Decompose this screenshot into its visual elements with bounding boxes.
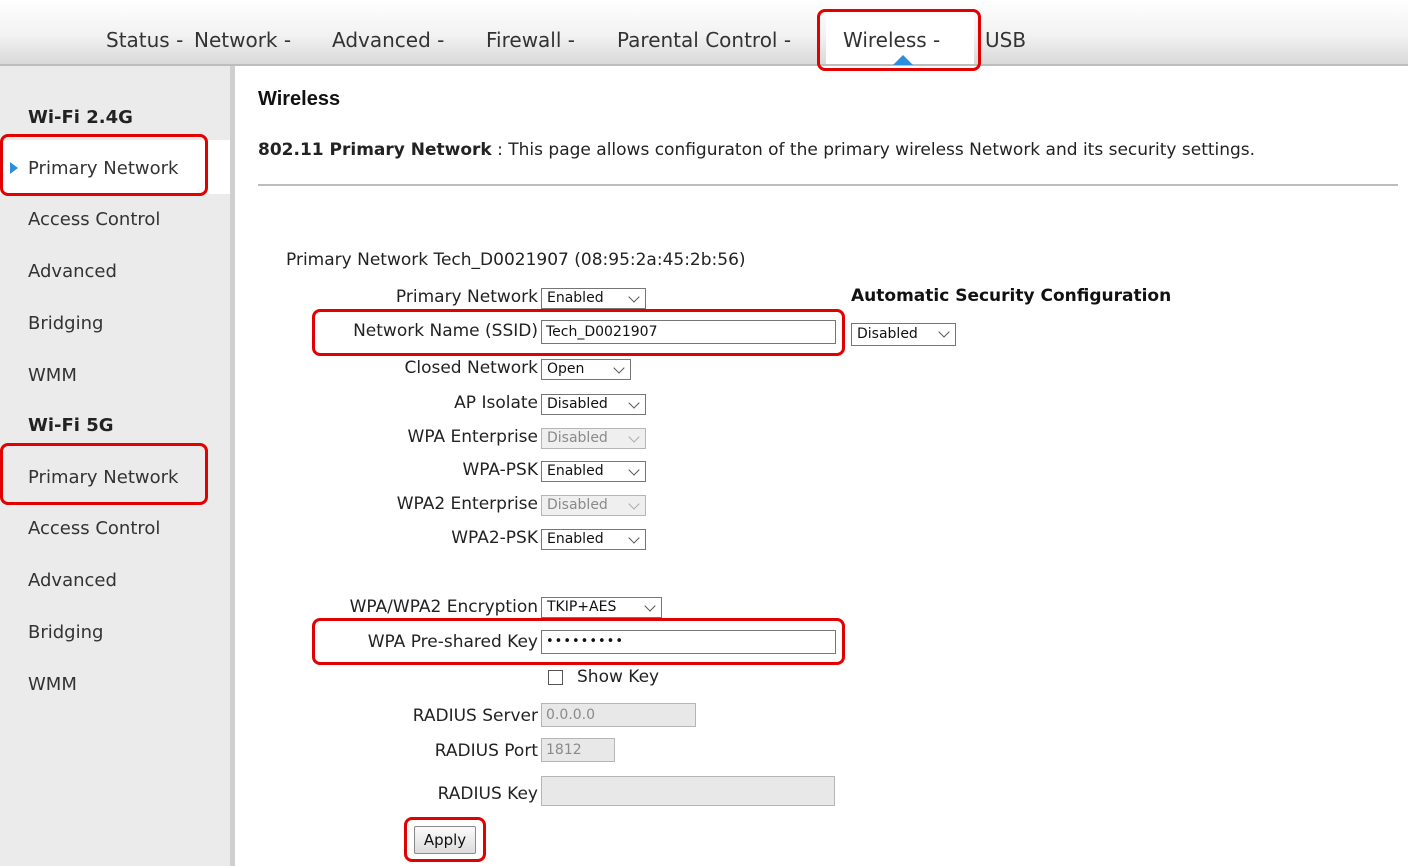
ssid-value: Tech_D0021907 [546,324,658,340]
radius-port-label: RADIUS Port [434,741,538,761]
sidebar-item-bridging-24g[interactable]: Bridging [28,313,103,334]
psk-value: ••••••••• [546,634,625,649]
encryption-select[interactable]: TKIP+AES [541,597,662,618]
auto-security-select[interactable]: Disabled [851,323,956,346]
sidebar: Wi-Fi 2.4G Primary Network Access Contro… [0,66,235,866]
chevron-down-icon [628,291,640,303]
closed-network-label: Closed Network [404,358,539,378]
wpa-enterprise-select: Disabled [541,428,646,449]
wpa-psk-value: Enabled [547,463,604,479]
chevron-down-icon [628,397,640,409]
page-title: Wireless [258,88,341,110]
nav-status[interactable]: Status - [106,28,183,52]
description-text: This page allows configuraton of the pri… [508,140,1256,160]
radius-server-input: 0.0.0.0 [541,703,696,727]
caret-right-icon [10,162,18,174]
chevron-down-icon [613,362,625,374]
closed-network-value: Open [547,361,585,377]
description-heading: 802.11 Primary Network [258,140,492,160]
ssid-label: Network Name (SSID) [353,321,538,341]
primary-network-value: Enabled [547,290,604,306]
sidebar-item-access-control-5g[interactable]: Access Control [28,518,160,539]
encryption-label: WPA/WPA2 Encryption [349,597,538,617]
chevron-down-icon [644,600,656,612]
ssid-input[interactable]: Tech_D0021907 [541,320,836,344]
nav-firewall[interactable]: Firewall - [486,28,575,52]
primary-network-select[interactable]: Enabled [541,288,646,309]
chevron-down-icon [628,464,640,476]
show-key-label[interactable]: Show Key [577,667,659,687]
sidebar-item-advanced-24g[interactable]: Advanced [28,261,117,282]
primary-network-info: Primary Network Tech_D0021907 (08:95:2a:… [286,250,746,270]
wpa-psk-select[interactable]: Enabled [541,461,646,482]
radius-port-input: 1812 [541,738,615,762]
wpa2-enterprise-label: WPA2 Enterprise [396,494,538,514]
top-navigation: Status - Network - Advanced - Firewall -… [0,0,1408,66]
description-separator: : [491,140,509,160]
sidebar-heading-wifi-24g: Wi-Fi 2.4G [28,107,133,128]
nav-network[interactable]: Network - [194,28,291,52]
chevron-down-icon [628,498,640,510]
radius-port-value: 1812 [546,742,582,758]
nav-parental-control[interactable]: Parental Control - [617,28,791,52]
wpa2-psk-select[interactable]: Enabled [541,529,646,550]
closed-network-select[interactable]: Open [541,359,631,380]
radius-key-label: RADIUS Key [437,784,538,804]
ap-isolate-select[interactable]: Disabled [541,394,646,415]
primary-network-label: Primary Network [395,287,538,307]
wpa2-psk-label: WPA2-PSK [451,528,538,548]
ap-isolate-label: AP Isolate [454,393,538,413]
show-key-checkbox[interactable] [548,670,563,685]
divider [258,184,1398,186]
psk-input[interactable]: ••••••••• [541,630,836,654]
radius-server-label: RADIUS Server [412,706,538,726]
nav-usb[interactable]: USB [985,28,1026,52]
wpa-psk-label: WPA-PSK [462,460,538,480]
wpa2-psk-value: Enabled [547,531,604,547]
psk-label: WPA Pre-shared Key [367,632,538,652]
nav-wireless[interactable]: Wireless - [843,28,940,52]
page-description: 802.11 Primary Network : This page allow… [258,140,1255,160]
auto-security-title: Automatic Security Configuration [851,286,1172,306]
wpa2-enterprise-value: Disabled [547,497,608,513]
sidebar-heading-wifi-5g: Wi-Fi 5G [28,415,114,436]
radius-server-value: 0.0.0.0 [546,707,595,723]
sidebar-item-primary-network-5g[interactable]: Primary Network [28,467,178,488]
chevron-down-icon [628,431,640,443]
encryption-value: TKIP+AES [547,599,617,615]
ap-isolate-value: Disabled [547,396,608,412]
sidebar-item-wmm-5g[interactable]: WMM [28,674,77,695]
wpa-enterprise-label: WPA Enterprise [407,427,538,447]
nav-advanced[interactable]: Advanced - [332,28,444,52]
apply-button[interactable]: Apply [414,826,476,854]
sidebar-item-primary-network-24g[interactable]: Primary Network [28,158,178,179]
sidebar-item-advanced-5g[interactable]: Advanced [28,570,117,591]
wpa2-enterprise-select: Disabled [541,495,646,516]
chevron-down-icon [938,326,950,338]
radius-key-input [541,776,835,806]
chevron-down-icon [628,532,640,544]
sidebar-item-bridging-5g[interactable]: Bridging [28,622,103,643]
wpa-enterprise-value: Disabled [547,430,608,446]
caret-up-icon [893,55,913,65]
sidebar-item-access-control-24g[interactable]: Access Control [28,209,160,230]
sidebar-item-wmm-24g[interactable]: WMM [28,365,77,386]
auto-security-value: Disabled [857,326,918,342]
